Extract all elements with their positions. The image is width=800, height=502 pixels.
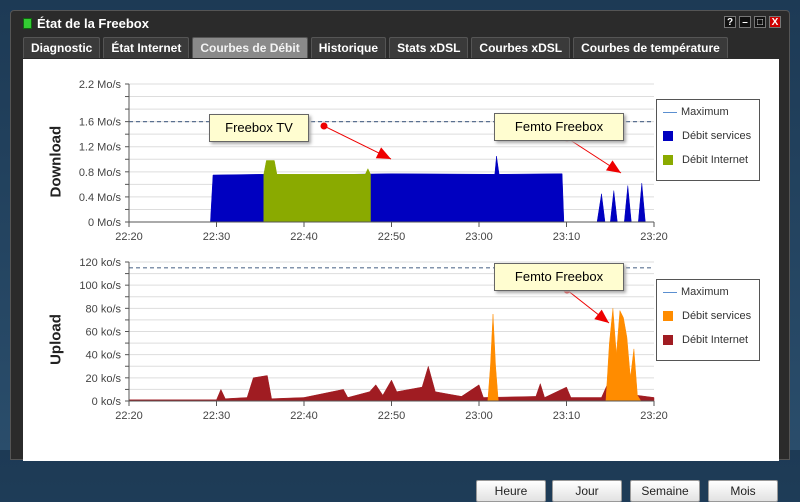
services-swatch xyxy=(663,311,673,321)
hour-button[interactable]: Heure xyxy=(476,480,546,502)
help-button[interactable]: ? xyxy=(724,16,736,28)
legend-internet: Débit Internet xyxy=(682,154,749,166)
internet-swatch xyxy=(663,335,673,345)
x-tick-label: 23:00 xyxy=(465,410,493,422)
x-tick-label: 23:10 xyxy=(553,410,581,422)
x-tick-label: 22:50 xyxy=(378,231,406,243)
annotation-freebox-tv: Freebox TV xyxy=(209,114,309,142)
x-tick-label: 23:20 xyxy=(640,410,668,422)
y-tick-label: 0.4 Mo/s xyxy=(79,192,122,204)
x-tick-label: 23:20 xyxy=(640,231,668,243)
maximum-line-swatch xyxy=(663,111,677,113)
y-tick-label: 0 ko/s xyxy=(92,396,122,408)
tab-courbes-temperature[interactable]: Courbes de température xyxy=(573,37,728,58)
download-legend: Maximum Débit services Débit Internet xyxy=(656,99,760,181)
x-tick-label: 22:50 xyxy=(378,410,406,422)
legend-services: Débit services xyxy=(682,130,752,142)
tab-bar: Diagnostic État Internet Courbes de Débi… xyxy=(23,37,728,58)
upload-legend: Maximum Débit services Débit Internet xyxy=(656,279,760,361)
close-button[interactable]: X xyxy=(769,16,781,28)
tab-courbes-xdsl[interactable]: Courbes xDSL xyxy=(471,37,571,58)
arrowhead-icon xyxy=(605,160,621,173)
y-tick-label: 2.2 Mo/s xyxy=(79,79,122,91)
x-tick-label: 22:30 xyxy=(203,410,231,422)
legend-internet: Débit Internet xyxy=(682,334,749,346)
annotation-femto-freebox-download: Femto Freebox xyxy=(494,113,624,141)
y-tick-label: 100 ko/s xyxy=(79,280,121,292)
freebox-window: État de la Freebox ? – □ X Diagnostic Ét… xyxy=(10,10,790,502)
annotation-femto-freebox-upload: Femto Freebox xyxy=(494,263,624,291)
y-tick-label: 0 Mo/s xyxy=(88,217,122,229)
maximum-line-swatch xyxy=(663,291,677,293)
y-tick-label: 1.6 Mo/s xyxy=(79,117,122,129)
tab-etat-internet[interactable]: État Internet xyxy=(103,37,190,58)
week-button[interactable]: Semaine xyxy=(630,480,700,502)
y-tick-label: 120 ko/s xyxy=(79,257,121,269)
x-tick-label: 22:40 xyxy=(290,410,318,422)
legend-maximum: Maximum xyxy=(681,106,729,118)
services-swatch xyxy=(663,131,673,141)
title-bar: État de la Freebox ? – □ X xyxy=(11,11,789,35)
y-tick-label: 20 ko/s xyxy=(86,373,122,385)
download-axis-label: Download xyxy=(47,125,65,198)
tab-stats-xdsl[interactable]: Stats xDSL xyxy=(389,37,469,58)
legend-maximum: Maximum xyxy=(681,286,729,298)
tab-diagnostic[interactable]: Diagnostic xyxy=(23,37,101,58)
tab-courbes-debit[interactable]: Courbes de Débit xyxy=(192,37,308,58)
internet-swatch xyxy=(663,155,673,165)
y-tick-label: 60 ko/s xyxy=(86,327,122,339)
series-area-d-bit-services xyxy=(129,156,654,223)
x-tick-label: 23:00 xyxy=(465,231,493,243)
x-tick-label: 22:40 xyxy=(290,231,318,243)
x-tick-label: 22:30 xyxy=(203,231,231,243)
upload-axis-label: Upload xyxy=(47,314,65,365)
arrowhead-icon xyxy=(375,147,391,159)
y-tick-label: 80 ko/s xyxy=(86,303,122,315)
day-button[interactable]: Jour xyxy=(552,480,622,502)
series-area-d-bit-internet xyxy=(263,160,371,223)
tab-historique[interactable]: Historique xyxy=(310,37,387,58)
x-tick-label: 22:20 xyxy=(115,410,143,422)
maximize-button[interactable]: □ xyxy=(754,16,766,28)
x-tick-label: 22:20 xyxy=(115,231,143,243)
month-button[interactable]: Mois xyxy=(708,480,778,502)
legend-services: Débit services xyxy=(682,310,752,322)
window-title: État de la Freebox xyxy=(37,15,149,31)
y-tick-label: 40 ko/s xyxy=(86,350,122,362)
freebox-icon xyxy=(23,17,32,29)
y-tick-label: 0.8 Mo/s xyxy=(79,167,122,179)
arrowhead-icon xyxy=(594,309,609,323)
y-tick-label: 1.2 Mo/s xyxy=(79,142,122,154)
x-tick-label: 23:10 xyxy=(553,231,581,243)
minimize-button[interactable]: – xyxy=(739,16,751,28)
annotation-dot xyxy=(320,122,328,130)
charts-panel: 0 Mo/s 0.4 Mo/s 0.8 Mo/s 1.2 Mo/s 1.6 Mo/s 2.… xyxy=(23,59,779,502)
series-area-d-bit-internet xyxy=(128,365,655,402)
